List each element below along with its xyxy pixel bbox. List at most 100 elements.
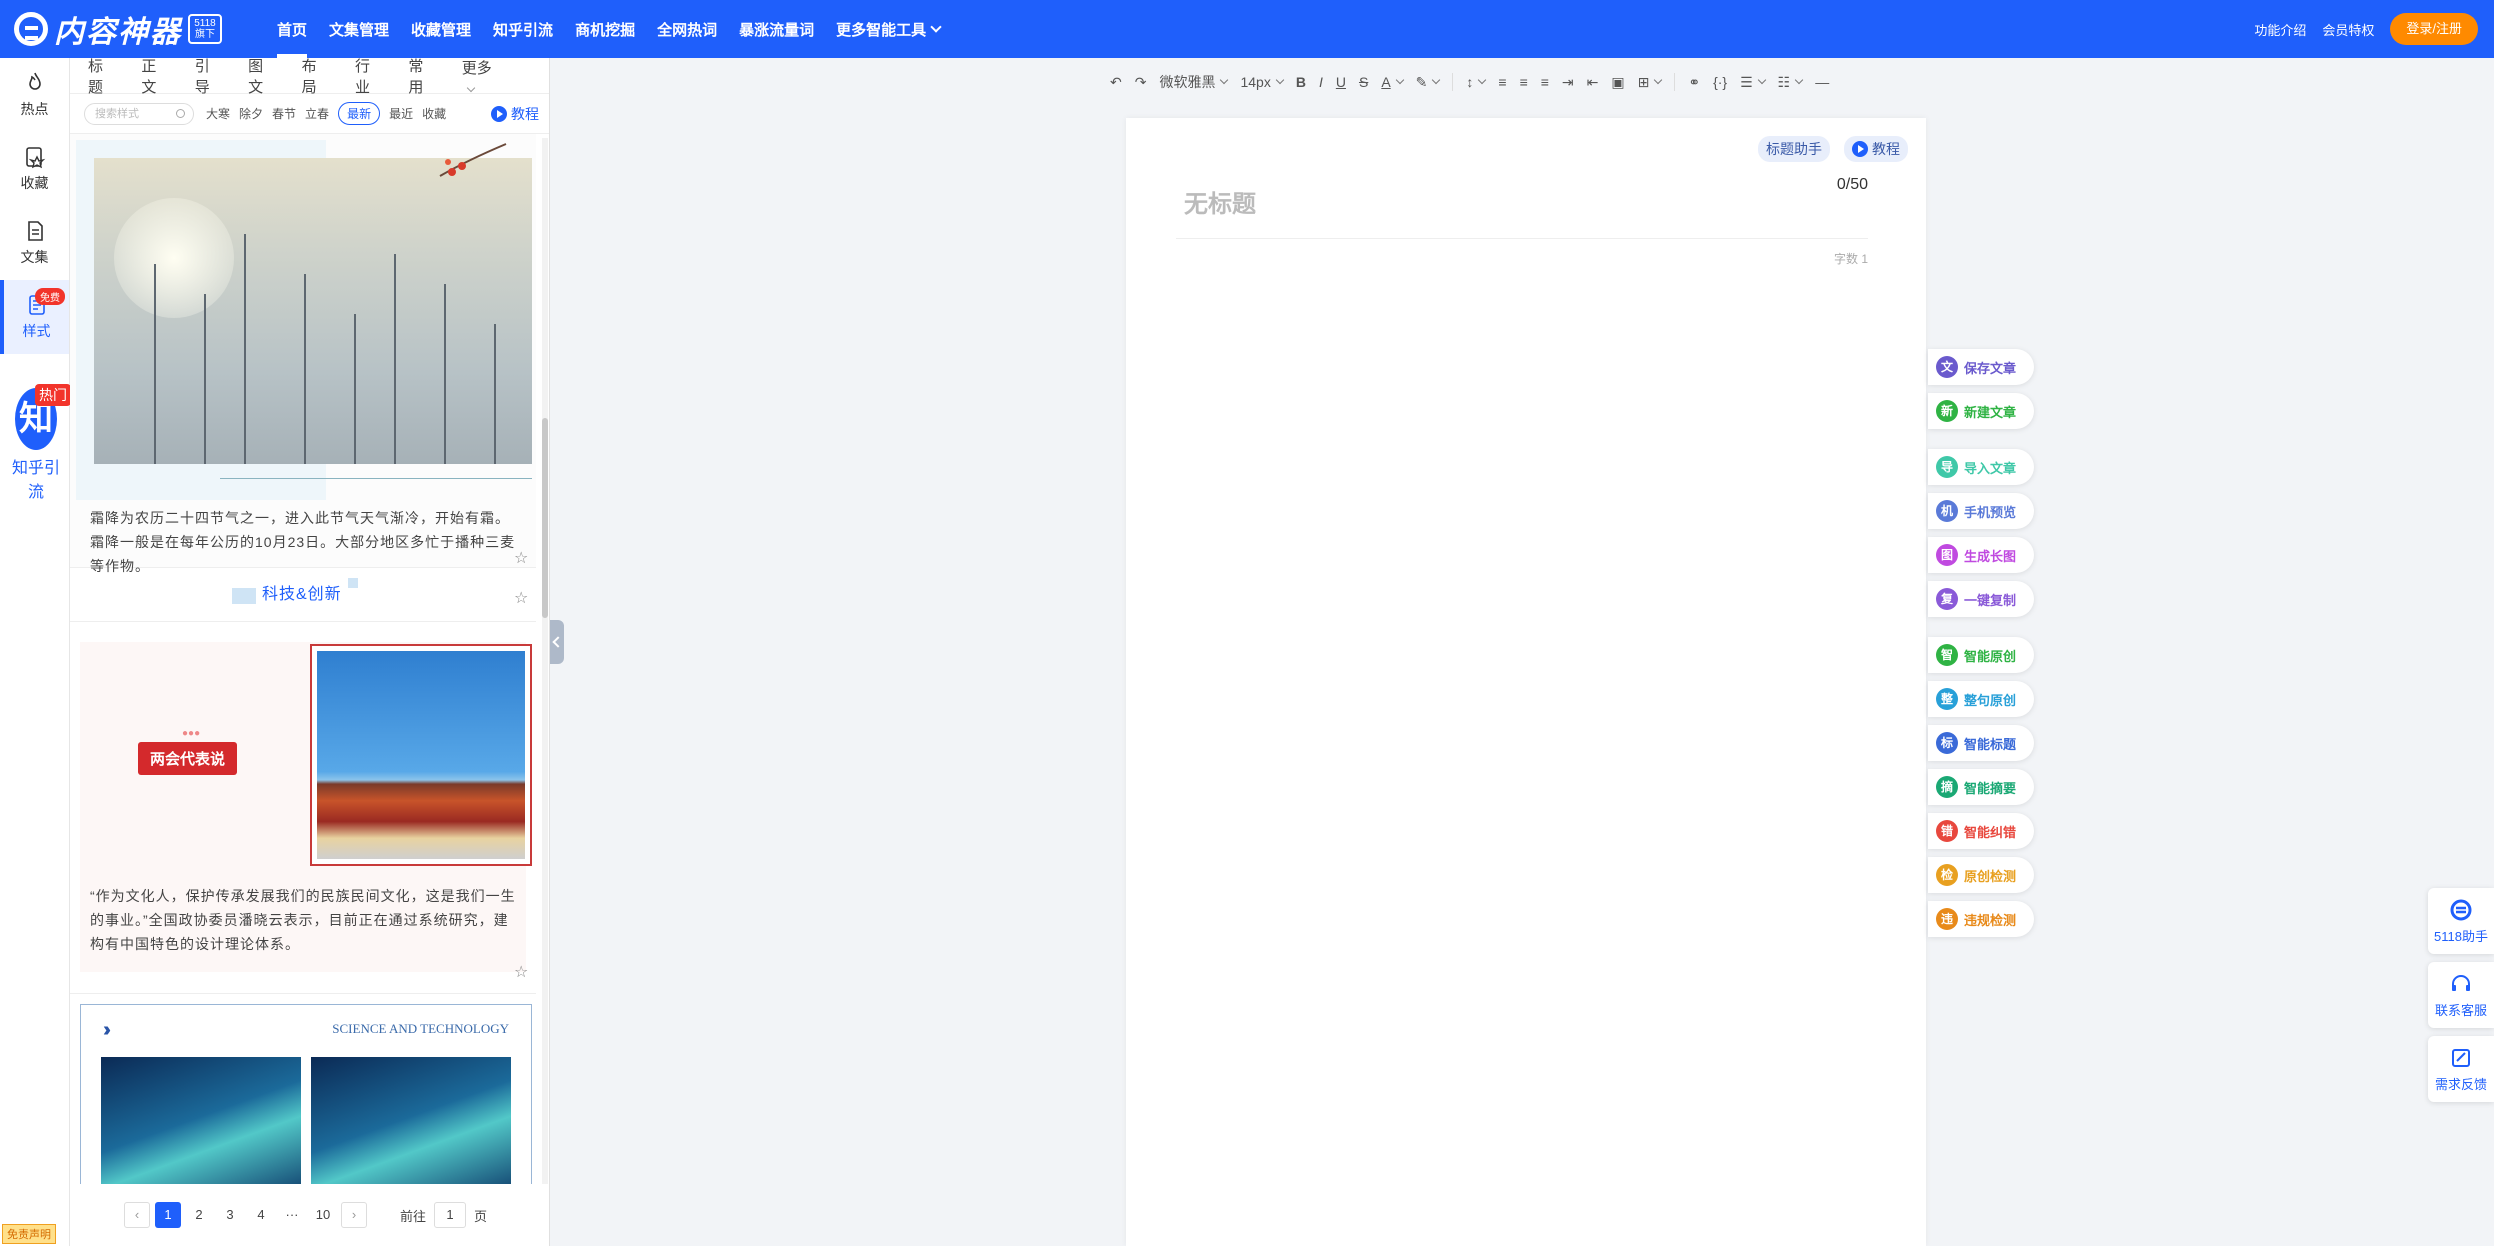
goto-page-input[interactable]: 1 xyxy=(434,1202,467,1228)
smart-title-button[interactable]: 标智能标题 xyxy=(1928,725,2034,761)
prev-page-button[interactable]: ‹ xyxy=(124,1202,150,1228)
editor-tutorial-button[interactable]: 教程 xyxy=(1844,136,1908,162)
favorite-star-icon[interactable]: ☆ xyxy=(514,551,528,567)
rail-item-hot[interactable]: 热点 xyxy=(0,58,69,132)
style-card-tech[interactable]: 科技&创新 ☆ xyxy=(70,568,536,622)
nav-hotwords[interactable]: 全网热词 xyxy=(646,0,728,58)
tab-guide[interactable]: 引导 xyxy=(195,55,220,97)
style-tabs: 标题 正文 引导 图文 布局 行业 常用 更多 xyxy=(70,55,549,97)
check-icon: 检 xyxy=(1936,864,1958,886)
page-10[interactable]: 10 xyxy=(310,1202,336,1228)
underline-icon[interactable]: U xyxy=(1336,74,1346,90)
sort-recent[interactable]: 最近 xyxy=(389,105,413,122)
horizontal-rule-icon[interactable]: — xyxy=(1815,74,1829,90)
save-article-button[interactable]: 文保存文章 xyxy=(1928,349,2034,385)
new-article-button[interactable]: 新新建文章 xyxy=(1928,393,2034,429)
tab-more[interactable]: 更多 xyxy=(462,57,521,95)
undo-icon[interactable]: ↶ xyxy=(1110,74,1122,91)
smart-summary-button[interactable]: 摘智能摘要 xyxy=(1928,769,2034,805)
tab-layout[interactable]: 布局 xyxy=(302,55,327,97)
align-right-icon[interactable]: ≡ xyxy=(1541,74,1549,90)
login-button[interactable]: 登录/注册 xyxy=(2390,13,2478,45)
features-link[interactable]: 功能介绍 xyxy=(2254,20,2306,39)
nav-zhihu[interactable]: 知乎引流 xyxy=(482,0,564,58)
tutorial-link[interactable]: 教程 xyxy=(491,104,539,124)
tab-image-text[interactable]: 图文 xyxy=(248,55,273,97)
tag-dahan[interactable]: 大寒 xyxy=(206,105,230,122)
panel-scrollbar[interactable] xyxy=(542,138,548,1184)
tab-title[interactable]: 标题 xyxy=(88,55,113,97)
tab-industry[interactable]: 行业 xyxy=(355,55,380,97)
line-height-icon[interactable]: ↕ xyxy=(1466,74,1485,90)
redo-icon[interactable]: ↷ xyxy=(1135,74,1147,91)
nav-collections[interactable]: 文集管理 xyxy=(318,0,400,58)
link-icon[interactable]: ⚭ xyxy=(1688,74,1700,91)
tag-lichun[interactable]: 立春 xyxy=(305,105,329,122)
next-page-button[interactable]: › xyxy=(341,1202,367,1228)
numbered-list-icon[interactable]: ☷ xyxy=(1778,74,1803,91)
zhihu-promo[interactable]: 知热门 知乎引流 xyxy=(8,384,71,502)
violation-check-button[interactable]: 违违规检测 xyxy=(1928,901,2034,937)
originality-check-button[interactable]: 检原创检测 xyxy=(1928,857,2034,893)
page-1[interactable]: 1 xyxy=(155,1202,181,1228)
title-input[interactable]: 无标题 xyxy=(1184,184,1256,219)
tag-chunjie[interactable]: 春节 xyxy=(272,105,296,122)
favorite-star-icon[interactable]: ☆ xyxy=(514,965,528,981)
highlight-icon[interactable]: ✎ xyxy=(1416,74,1440,91)
style-card-frost[interactable]: 霜降为农历二十四节气之一，进入此节气天气渐冷，开始有霜。霜降一般是在每年公历的1… xyxy=(70,134,536,574)
customer-service-button[interactable]: 联系客服 xyxy=(2428,962,2494,1028)
copy-icon: 复 xyxy=(1936,588,1958,610)
font-family-select[interactable]: 微软雅黑 xyxy=(1159,72,1227,92)
member-link[interactable]: 会员特权 xyxy=(2322,20,2374,39)
nav-favorites[interactable]: 收藏管理 xyxy=(400,0,482,58)
page-4[interactable]: 4 xyxy=(248,1202,274,1228)
tab-body[interactable]: 正文 xyxy=(141,55,166,97)
sort-latest[interactable]: 最新 xyxy=(338,102,381,125)
indent-increase-icon[interactable]: ⇥ xyxy=(1562,74,1574,91)
bold-icon[interactable]: B xyxy=(1296,74,1306,90)
align-center-icon[interactable]: ≡ xyxy=(1520,74,1528,90)
import-article-button[interactable]: 导导入文章 xyxy=(1928,449,2034,485)
tab-common[interactable]: 常用 xyxy=(408,55,433,97)
style-search-input[interactable]: 搜索样式 xyxy=(84,102,194,125)
tag-chuxi[interactable]: 除夕 xyxy=(239,105,263,122)
sort-favorites[interactable]: 收藏 xyxy=(422,105,446,122)
font-size-select[interactable]: 14px xyxy=(1240,74,1282,90)
table-icon[interactable]: ⊞ xyxy=(1638,74,1662,91)
nav-home[interactable]: 首页 xyxy=(266,0,318,58)
nav-business[interactable]: 商机挖掘 xyxy=(564,0,646,58)
nav-trending[interactable]: 暴涨流量词 xyxy=(728,0,825,58)
title-helper-button[interactable]: 标题助手 xyxy=(1758,136,1830,162)
sentence-original-button[interactable]: 整整句原创 xyxy=(1928,681,2034,717)
copy-all-button[interactable]: 复一键复制 xyxy=(1928,581,2034,617)
smart-original-button[interactable]: 智智能原创 xyxy=(1928,637,2034,673)
page-2[interactable]: 2 xyxy=(186,1202,212,1228)
disclaimer-link[interactable]: 免责声明 xyxy=(2,1224,56,1244)
flame-icon xyxy=(28,72,41,90)
style-card-lianghui[interactable]: ●●● 两会代表说 “作为文化人，保护传承发展我们的民族民间文化，这是我们一生的… xyxy=(70,622,536,994)
page-3[interactable]: 3 xyxy=(217,1202,243,1228)
rail-item-favorites[interactable]: 收藏 xyxy=(0,132,69,206)
font-color-icon[interactable]: A xyxy=(1381,74,1402,90)
style-card-science[interactable]: ››› SCIENCE AND TECHNOLOGY xyxy=(70,994,536,1184)
scrollbar-thumb[interactable] xyxy=(542,418,548,618)
feedback-button[interactable]: 需求反馈 xyxy=(2428,1036,2494,1102)
formula-icon[interactable]: {·} xyxy=(1713,74,1727,90)
image-icon[interactable]: ▣ xyxy=(1611,74,1624,91)
italic-icon[interactable]: I xyxy=(1319,74,1323,90)
nav-more-tools[interactable]: 更多智能工具 xyxy=(825,0,951,58)
favorite-star-icon[interactable]: ☆ xyxy=(514,591,528,607)
collapse-panel-button[interactable] xyxy=(550,620,564,664)
page-ellipsis[interactable]: ··· xyxy=(279,1202,305,1228)
bullet-list-icon[interactable]: ☰ xyxy=(1740,74,1765,91)
strikethrough-icon[interactable]: S xyxy=(1359,74,1368,90)
rail-item-style[interactable]: 免费 样式 xyxy=(0,280,69,354)
align-left-icon[interactable]: ≡ xyxy=(1498,74,1506,90)
smart-correction-button[interactable]: 错智能纠错 xyxy=(1928,813,2034,849)
assistant-button[interactable]: 5118助手 xyxy=(2428,888,2494,954)
brand-logo[interactable]: 内容神器 5118旗下 xyxy=(14,7,244,51)
rail-item-collection[interactable]: 文集 xyxy=(0,206,69,280)
mobile-preview-button[interactable]: 机手机预览 xyxy=(1928,493,2034,529)
indent-decrease-icon[interactable]: ⇤ xyxy=(1587,74,1599,91)
long-image-button[interactable]: 图生成长图 xyxy=(1928,537,2034,573)
